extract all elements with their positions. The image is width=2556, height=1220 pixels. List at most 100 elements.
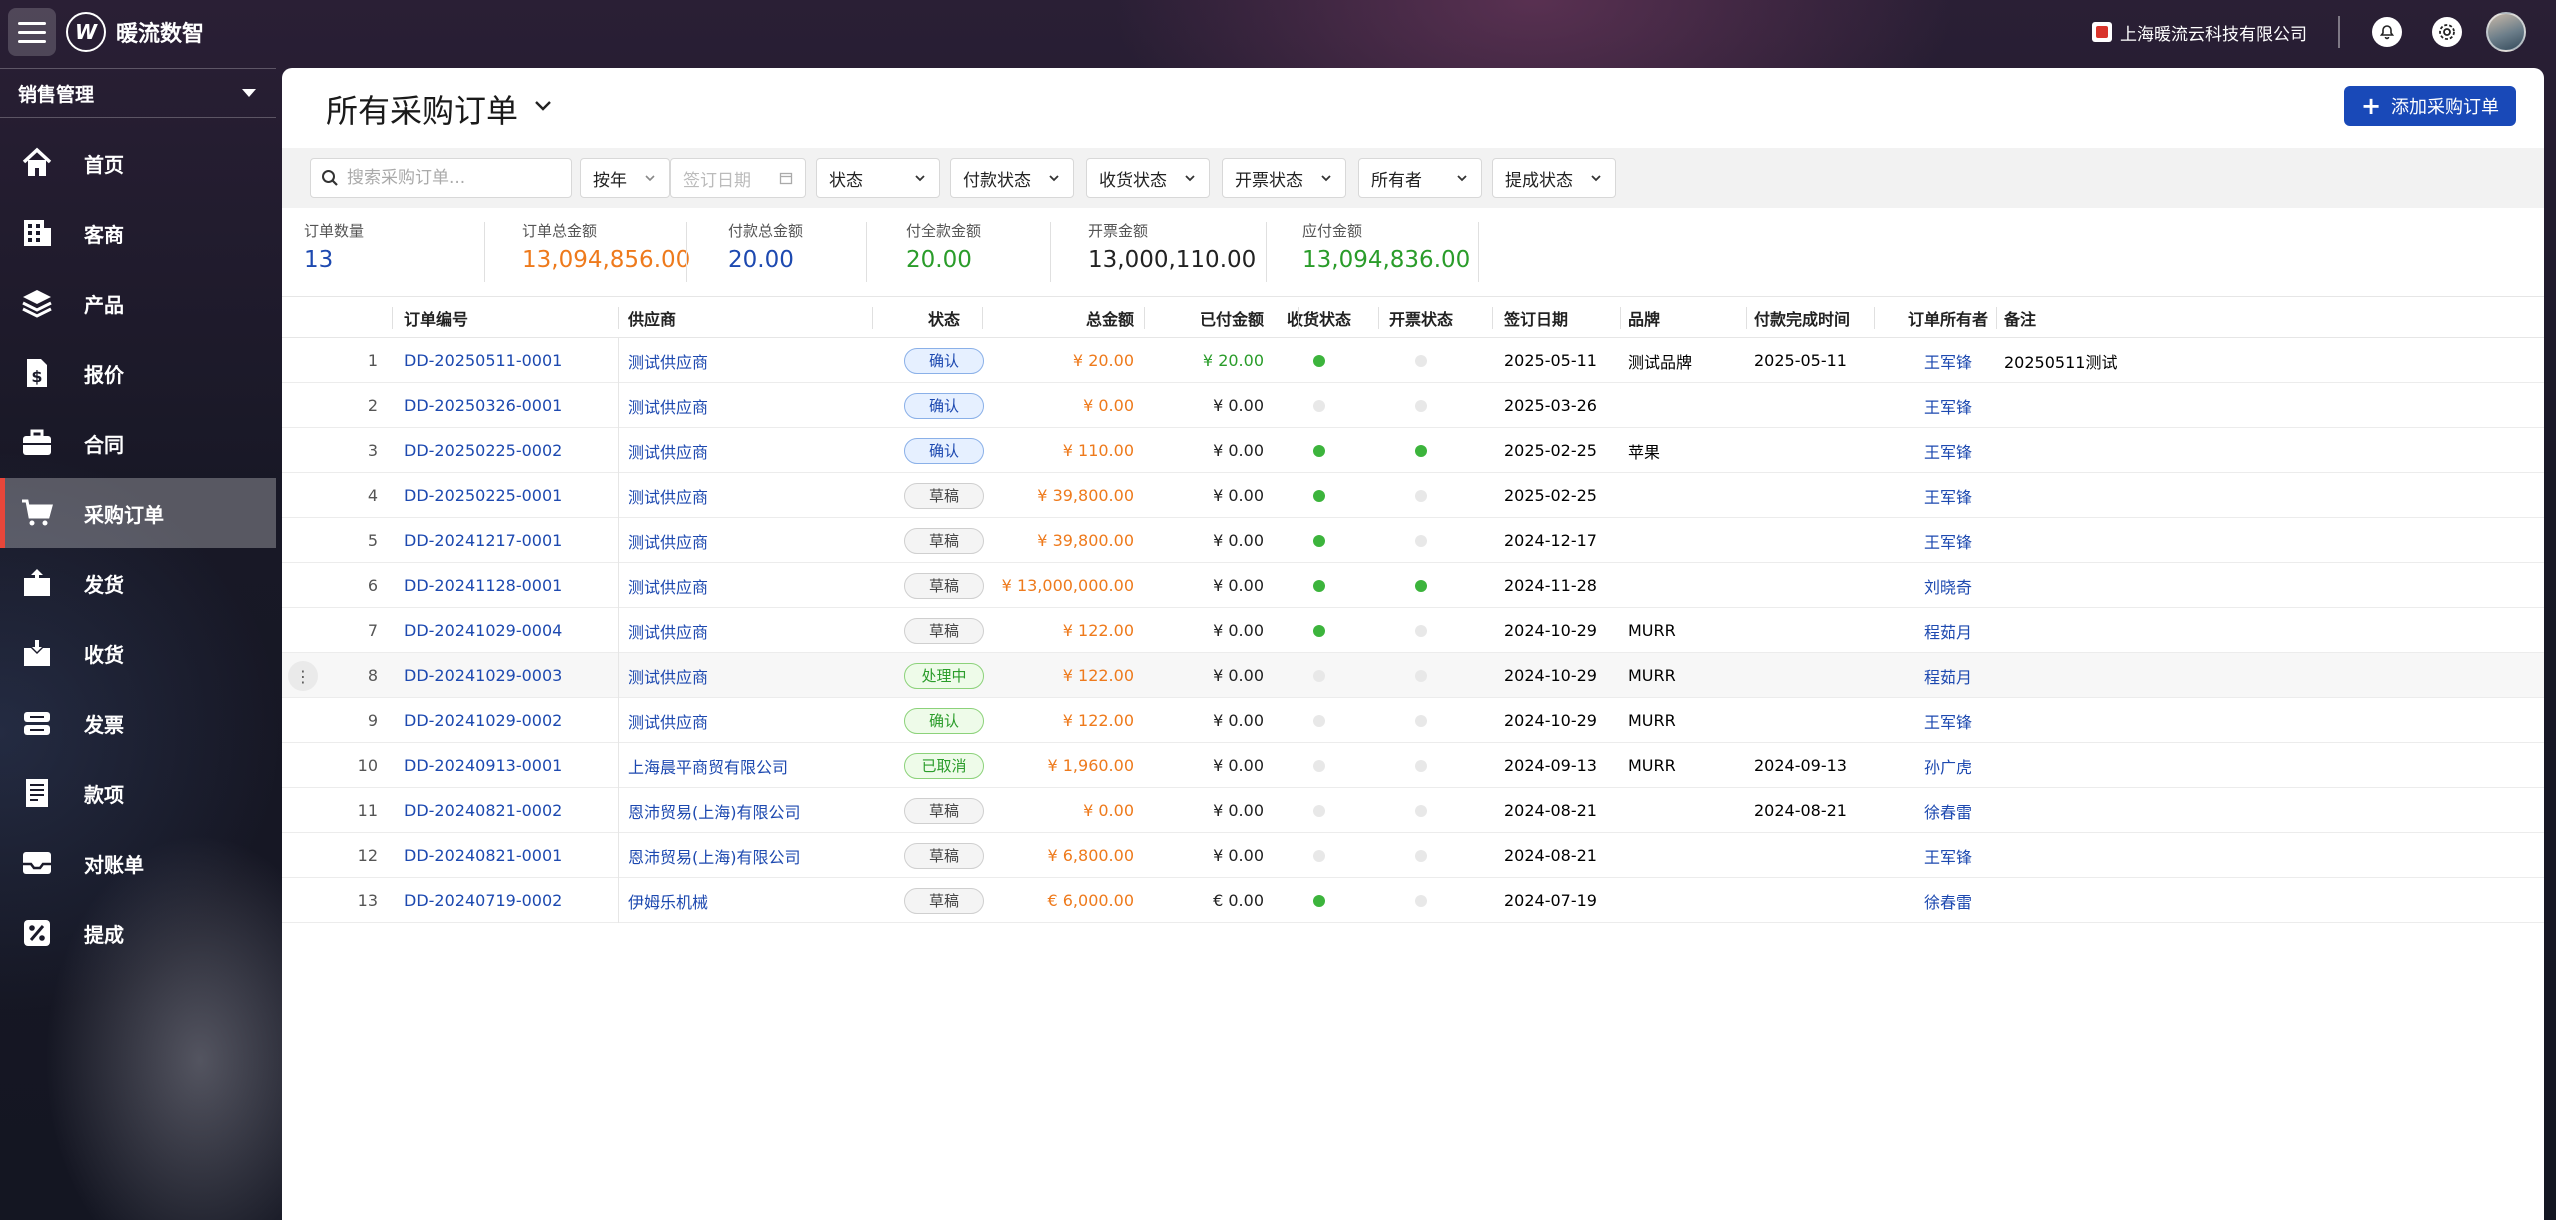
owner-cell[interactable]: 王军锋: [1886, 473, 2010, 518]
owner-cell[interactable]: 王军锋: [1886, 338, 2010, 383]
receive-status-dot: [1313, 579, 1325, 592]
order-no-cell[interactable]: DD-20240913-0001: [404, 743, 614, 788]
sidebar-item-7[interactable]: 收货: [0, 618, 276, 688]
owner-cell[interactable]: 王军锋: [1886, 833, 2010, 878]
supplier-cell[interactable]: 测试供应商: [628, 473, 868, 518]
owner-cell[interactable]: 程茹月: [1886, 653, 2010, 698]
add-purchase-order-button[interactable]: + 添加采购订单: [2344, 86, 2516, 126]
table-row[interactable]: 5 DD-20241217-0001 测试供应商 草稿 ¥ 39,800.00 ¥ 0.0…: [282, 518, 2544, 563]
owner-cell[interactable]: 王军锋: [1886, 518, 2010, 563]
order-no-cell[interactable]: DD-20241029-0004: [404, 608, 614, 653]
table-row[interactable]: 10 DD-20240913-0001 上海晨平商贸有限公司 已取消 ¥ 1,960.0…: [282, 743, 2544, 788]
order-no-cell[interactable]: DD-20241128-0001: [404, 563, 614, 608]
sidebar-item-3[interactable]: $ 报价: [0, 338, 276, 408]
period-filter[interactable]: 按年: [580, 158, 670, 198]
column-header-total[interactable]: 总金额: [1012, 297, 1134, 339]
column-header-owner[interactable]: 订单所有者: [1886, 297, 2010, 339]
supplier-cell[interactable]: 测试供应商: [628, 518, 868, 563]
column-header-status[interactable]: 状态: [882, 297, 1006, 339]
user-avatar[interactable]: [2486, 12, 2526, 52]
order-no-cell[interactable]: DD-20241217-0001: [404, 518, 614, 563]
invoice-status-filter[interactable]: 开票状态: [1222, 158, 1346, 198]
table-row[interactable]: 7 DD-20241029-0004 测试供应商 草稿 ¥ 122.00 ¥ 0.00 20…: [282, 608, 2544, 653]
receive-status-filter[interactable]: 收货状态: [1086, 158, 1210, 198]
owner-cell[interactable]: 程茹月: [1886, 608, 2010, 653]
date-cell: 2024-10-29: [1504, 711, 1597, 730]
table-row[interactable]: 6 DD-20241128-0001 测试供应商 草稿 ¥ 13,000,000.00 ¥…: [282, 563, 2544, 608]
table-row[interactable]: 2 DD-20250326-0001 测试供应商 确认 ¥ 0.00 ¥ 0.00 2025…: [282, 383, 2544, 428]
owner-cell[interactable]: 徐春雷: [1886, 878, 2010, 923]
sidebar-item-11[interactable]: 提成: [0, 898, 276, 968]
bell-icon[interactable]: [2372, 17, 2402, 47]
column-header-pay-done[interactable]: 付款完成时间: [1754, 297, 1878, 339]
table-row[interactable]: 11 DD-20240821-0002 恩沛贸易(上海)有限公司 草稿 ¥ 0.00 ¥ …: [282, 788, 2544, 833]
sidebar-item-6[interactable]: 发货: [0, 548, 276, 618]
supplier-cell[interactable]: 测试供应商: [628, 653, 868, 698]
order-no-cell[interactable]: DD-20241029-0003: [404, 653, 614, 698]
supplier-cell[interactable]: 恩沛贸易(上海)有限公司: [628, 833, 868, 878]
order-no-cell[interactable]: DD-20240821-0002: [404, 788, 614, 833]
search-input[interactable]: [347, 168, 557, 188]
date-filter[interactable]: 签订日期: [670, 158, 806, 198]
gear-icon[interactable]: [2432, 17, 2462, 47]
status-filter[interactable]: 状态: [816, 158, 940, 198]
table-row[interactable]: 3 DD-20250225-0002 测试供应商 确认 ¥ 110.00 ¥ 0.00 20…: [282, 428, 2544, 473]
order-no-cell[interactable]: DD-20240821-0001: [404, 833, 614, 878]
supplier-cell[interactable]: 测试供应商: [628, 563, 868, 608]
total-cell: ¥ 0.00: [1083, 801, 1134, 820]
column-header-paid[interactable]: 已付金额: [1142, 297, 1264, 339]
owner-cell[interactable]: 王军锋: [1886, 698, 2010, 743]
table-row[interactable]: 1 DD-20250511-0001 测试供应商 确认 ¥ 20.00 ¥ 20.00 20…: [282, 338, 2544, 383]
owner-cell[interactable]: 王军锋: [1886, 428, 2010, 473]
table-row[interactable]: ⋮ 8 DD-20241029-0003 测试供应商 处理中 ¥ 122.00 ¥ 0.00…: [282, 653, 2544, 698]
owner-cell[interactable]: 徐春雷: [1886, 788, 2010, 833]
column-header-brand[interactable]: 品牌: [1628, 297, 1752, 339]
column-header-invoice[interactable]: 开票状态: [1372, 297, 1470, 339]
order-no-cell[interactable]: DD-20250225-0001: [404, 473, 614, 518]
owner-cell[interactable]: 孙广虎: [1886, 743, 2010, 788]
chevron-down-icon[interactable]: [532, 94, 554, 116]
table-row[interactable]: 4 DD-20250225-0001 测试供应商 草稿 ¥ 39,800.00 ¥ 0.0…: [282, 473, 2544, 518]
supplier-cell[interactable]: 测试供应商: [628, 338, 868, 383]
column-header-receive[interactable]: 收货状态: [1270, 297, 1368, 339]
sidebar-item-2[interactable]: 产品: [0, 268, 276, 338]
hamburger-menu-button[interactable]: [8, 8, 56, 56]
supplier-cell[interactable]: 上海晨平商贸有限公司: [628, 743, 868, 788]
column-divider: [1620, 307, 1621, 329]
sidebar-item-9[interactable]: 款项: [0, 758, 276, 828]
sidebar-item-5[interactable]: 采购订单: [0, 478, 276, 548]
column-header-remark[interactable]: 备注: [2004, 297, 2224, 339]
supplier-cell[interactable]: 测试供应商: [628, 428, 868, 473]
commission-status-filter[interactable]: 提成状态: [1492, 158, 1616, 198]
table-row[interactable]: 9 DD-20241029-0002 测试供应商 确认 ¥ 122.00 ¥ 0.00 20…: [282, 698, 2544, 743]
owner-cell[interactable]: 刘晓奇: [1886, 563, 2010, 608]
sidebar-item-8[interactable]: 发票: [0, 688, 276, 758]
order-no-cell[interactable]: DD-20250511-0001: [404, 338, 614, 383]
order-no-cell[interactable]: DD-20250225-0002: [404, 428, 614, 473]
order-no-cell[interactable]: DD-20240719-0002: [404, 878, 614, 923]
supplier-cell[interactable]: 测试供应商: [628, 698, 868, 743]
column-header-date[interactable]: 签订日期: [1504, 297, 1628, 339]
row-more-icon[interactable]: ⋮: [288, 661, 318, 691]
sidebar-item-0[interactable]: 首页: [0, 128, 276, 198]
company-switcher[interactable]: 上海暖流云科技有限公司: [2092, 18, 2307, 46]
sidebar-item-4[interactable]: 合同: [0, 408, 276, 478]
owner-filter[interactable]: 所有者: [1358, 158, 1482, 198]
search-box[interactable]: [310, 158, 572, 198]
supplier-cell[interactable]: 测试供应商: [628, 608, 868, 653]
order-no-cell[interactable]: DD-20241029-0002: [404, 698, 614, 743]
table-row[interactable]: 12 DD-20240821-0001 恩沛贸易(上海)有限公司 草稿 ¥ 6,800.…: [282, 833, 2544, 878]
column-header-supplier[interactable]: 供应商: [628, 297, 868, 339]
sidebar-item-10[interactable]: 对账单: [0, 828, 276, 898]
payment-status-filter[interactable]: 付款状态: [950, 158, 1074, 198]
order-no-cell[interactable]: DD-20250326-0001: [404, 383, 614, 428]
column-header-order-no[interactable]: 订单编号: [404, 297, 614, 339]
supplier-cell[interactable]: 伊姆乐机械: [628, 878, 868, 923]
sidebar-item-1[interactable]: 客商: [0, 198, 276, 268]
module-selector[interactable]: 销售管理: [0, 68, 276, 118]
supplier-cell[interactable]: 恩沛贸易(上海)有限公司: [628, 788, 868, 833]
supplier-cell[interactable]: 测试供应商: [628, 383, 868, 428]
invoice-status-dot: [1415, 714, 1427, 727]
owner-cell[interactable]: 王军锋: [1886, 383, 2010, 428]
table-row[interactable]: 13 DD-20240719-0002 伊姆乐机械 草稿 € 6,000.00 € 0.0…: [282, 878, 2544, 923]
